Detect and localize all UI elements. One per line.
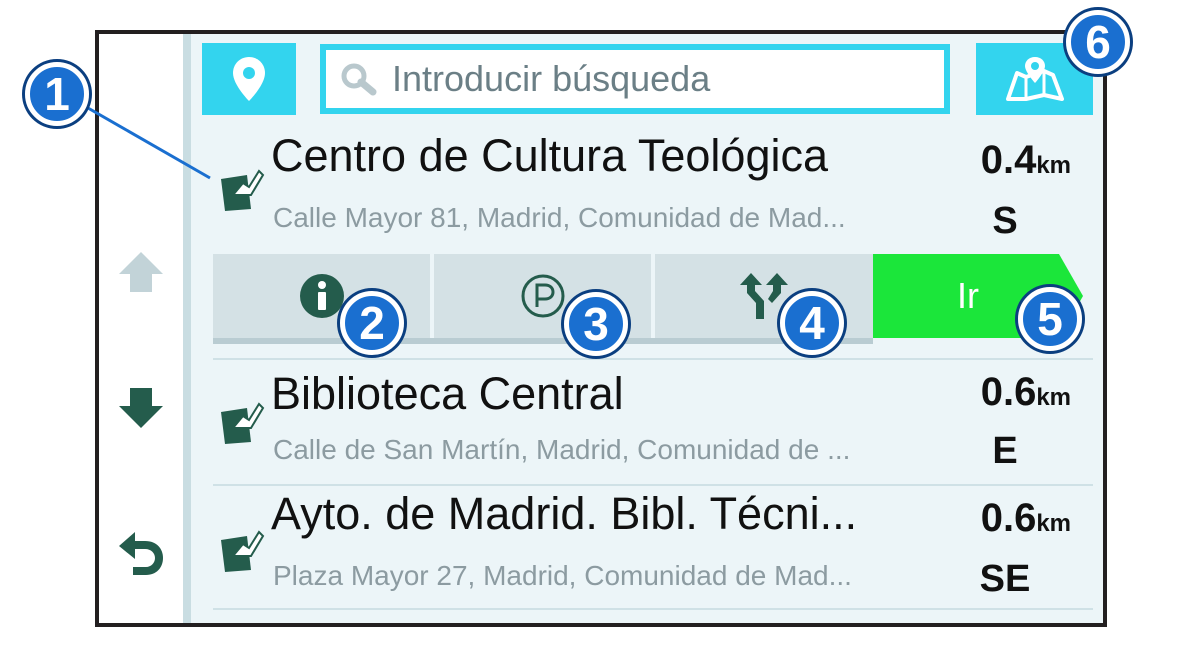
callout-4: 4 [780,291,844,355]
callout-2: 2 [340,291,404,355]
callout-5: 5 [1018,287,1082,351]
callout-6: 6 [1066,10,1130,74]
callout-1: 1 [25,62,89,126]
callout-3: 3 [564,292,628,356]
